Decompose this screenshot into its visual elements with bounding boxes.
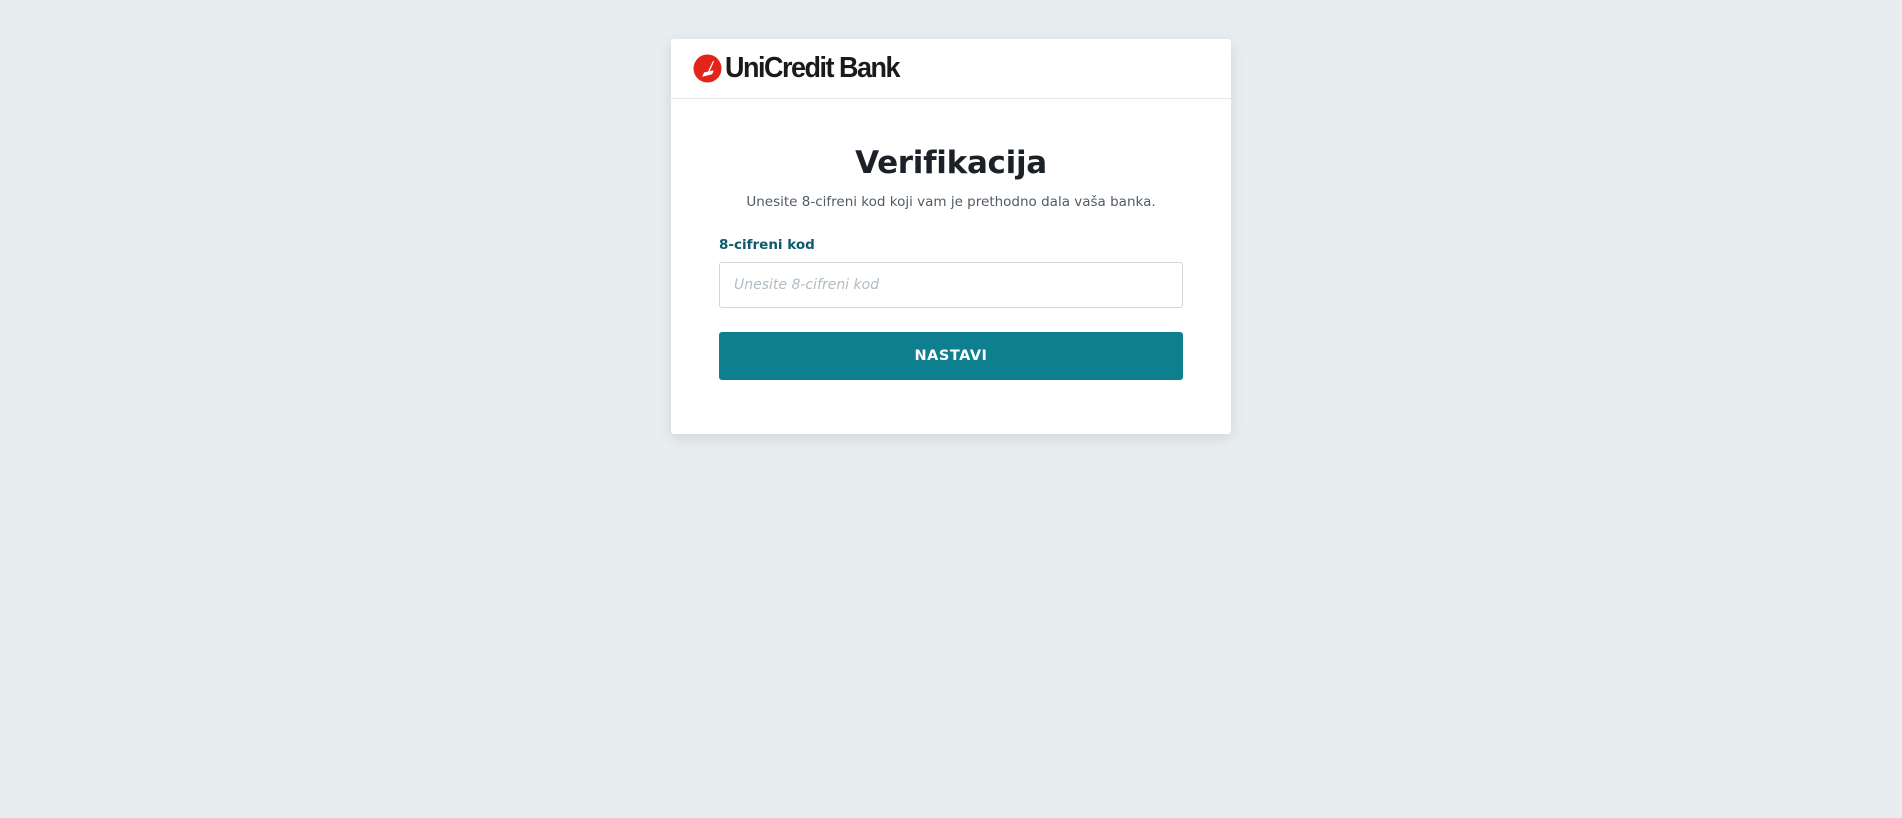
verification-card: UniCredit Bank Verifikacija Unesite 8-ci… xyxy=(671,39,1231,434)
card-body: Verifikacija Unesite 8-cifreni kod koji … xyxy=(671,145,1231,381)
continue-button[interactable]: NASTAVI xyxy=(719,332,1183,381)
logo-text: UniCredit Bank xyxy=(725,52,900,84)
page-title: Verifikacija xyxy=(855,145,1047,181)
code-field-label: 8-cifreni kod xyxy=(719,237,815,254)
page-subtitle: Unesite 8-cifreni kod koji vam je pretho… xyxy=(746,194,1156,211)
card-header: UniCredit Bank xyxy=(671,39,1231,99)
bank-logo: UniCredit Bank xyxy=(693,54,912,83)
unicredit-logo-icon xyxy=(693,54,722,83)
code-input[interactable] xyxy=(719,262,1183,309)
